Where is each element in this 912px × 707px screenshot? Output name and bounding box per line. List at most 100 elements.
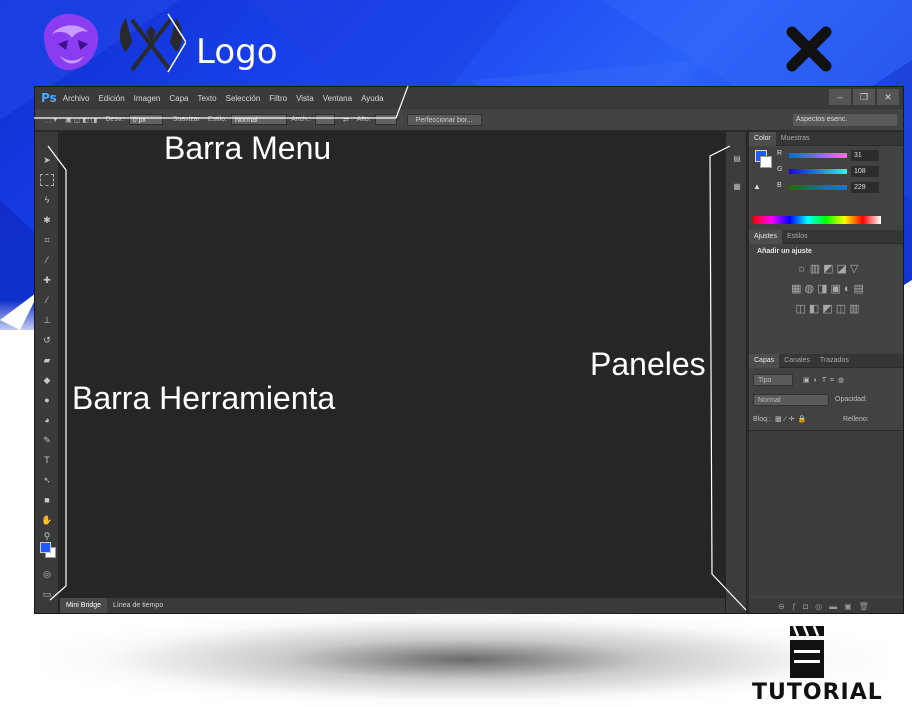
crossed-axes-logo-icon — [120, 13, 186, 73]
menu-ventana[interactable]: Ventana — [323, 94, 352, 103]
selection-mode-icons[interactable]: ▣ ◫ ◧ ◨ — [65, 116, 97, 124]
marquee-tool-icon[interactable] — [40, 174, 54, 186]
workspace-select[interactable]: Aspectos esenc. — [793, 114, 897, 126]
menu-seleccion[interactable]: Selección — [226, 94, 261, 103]
move-tool-icon[interactable]: ➤ — [40, 154, 54, 166]
layers-list[interactable] — [749, 430, 903, 596]
g-slider[interactable] — [789, 169, 847, 174]
eyedropper-icon[interactable]: ⁄ — [40, 254, 54, 266]
layer-panel-tabs: Capas Canales Trazados — [749, 353, 903, 368]
refine-edge-button[interactable]: Perfeccionar bor... — [406, 113, 482, 126]
options-bar: ⬚ ▾ ▣ ◫ ◧ ◨ Desv.: 0 px Suavizar Estilo:… — [35, 109, 903, 131]
right-panels: Color Muestras R 31 G 108 ▲ B 229 Ajuste… — [749, 131, 903, 613]
rectangle-tool-icon[interactable]: ■ — [40, 494, 54, 506]
estilo-label: Estilo: — [207, 116, 227, 123]
path-select-icon[interactable]: ➴ — [40, 474, 54, 486]
layer-filter-select[interactable]: Tipo — [753, 374, 793, 386]
foreground-color-swatch[interactable] — [40, 542, 51, 553]
anch-label: Anch.: — [291, 116, 311, 123]
color-spectrum[interactable] — [753, 216, 881, 224]
tab-swatches[interactable]: Muestras — [776, 132, 815, 146]
tools-bar: ➤ ϟ ✱ ⌗ ⁄ ✚ ∕ ⊥ ↺ ▰ ◆ ● ◕ ✎ T ➴ ■ ✋ ⚲ ◎ … — [35, 132, 59, 613]
annotation-panels: Paneles — [590, 346, 706, 382]
swap-icon[interactable]: ⇄ — [343, 116, 349, 124]
properties-panel-icon[interactable]: ▦ — [730, 180, 744, 194]
history-brush-icon[interactable]: ↺ — [40, 334, 54, 346]
menu-imagen[interactable]: Imagen — [134, 94, 161, 103]
menu-filtro[interactable]: Filtro — [269, 94, 287, 103]
healing-brush-icon[interactable]: ✚ — [40, 274, 54, 286]
lasso-tool-icon[interactable]: ϟ — [40, 194, 54, 206]
quick-mask-icon[interactable]: ◎ — [40, 568, 54, 580]
r-slider[interactable] — [789, 153, 847, 158]
tab-trazados[interactable]: Trazados — [815, 354, 854, 368]
tab-color[interactable]: Color — [749, 131, 776, 146]
rgb-row-g: G 108 — [753, 166, 901, 178]
blur-tool-icon[interactable]: ● — [40, 394, 54, 406]
opacity-label: Opacidad: — [835, 396, 867, 403]
clapperboard-icon — [790, 625, 824, 678]
b-slider[interactable] — [789, 185, 847, 190]
annotation-tools-bar: Barra Herramienta — [72, 380, 336, 416]
layer-filter-icons[interactable]: ▣◐T⌗◍ — [803, 376, 848, 385]
color-panel: Color Muestras R 31 G 108 ▲ B 229 — [749, 131, 903, 224]
color-panel-tabs: Color Muestras — [749, 131, 903, 146]
menu-texto[interactable]: Texto — [197, 94, 216, 103]
adjustment-icons-row-2[interactable]: ▦◍◨▣◐▤ — [779, 282, 879, 295]
adjustment-icons-row-1[interactable]: ☼▥◩◪▽ — [779, 262, 879, 275]
adjustments-panel: Ajustes Estilos — [749, 229, 903, 244]
window-close-button[interactable]: ✕ — [877, 89, 899, 105]
annotation-menu-bar: Barra Menu — [164, 130, 332, 166]
crop-tool-icon[interactable]: ⌗ — [40, 234, 54, 246]
close-icon[interactable] — [786, 26, 832, 72]
brush-tool-icon[interactable]: ∕ — [40, 294, 54, 306]
adjustment-icons-row-3[interactable]: ◫◧◩◫▥ — [779, 302, 879, 315]
clone-stamp-icon[interactable]: ⊥ — [40, 314, 54, 326]
lock-icons[interactable]: ▩∕✛🔒 — [775, 415, 809, 423]
desv-input[interactable]: 0 px — [128, 114, 163, 125]
menu-capa[interactable]: Capa — [169, 94, 188, 103]
history-panel-icon[interactable]: ▤ — [730, 152, 744, 166]
add-adjustment-title: Añadir un ajuste — [757, 248, 812, 255]
layers-panel: Capas Canales Trazados — [749, 353, 903, 368]
menu-ayuda[interactable]: Ayuda — [361, 94, 384, 103]
blend-mode-select[interactable]: Normal — [753, 394, 829, 406]
restore-button[interactable]: ❐ — [853, 89, 875, 105]
marquee-tool-icon[interactable]: ⬚ ▾ — [45, 116, 57, 124]
r-label: R — [777, 150, 783, 157]
quick-select-icon[interactable]: ✱ — [40, 214, 54, 226]
menu-vista[interactable]: Vista — [296, 94, 314, 103]
menu-bar: Ps Archivo Edición Imagen Capa Texto Sel… — [35, 87, 903, 109]
hand-tool-icon[interactable]: ✋ — [40, 514, 54, 526]
menu-edicion[interactable]: Edición — [98, 94, 124, 103]
tab-canales[interactable]: Canales — [779, 354, 815, 368]
pen-tool-icon[interactable]: ✎ — [40, 434, 54, 446]
lion-logo-icon — [43, 13, 99, 71]
b-value[interactable]: 229 — [851, 182, 879, 193]
alto-label: Alto: — [356, 116, 371, 123]
tab-ajustes[interactable]: Ajustes — [749, 229, 782, 244]
suavizar-checkbox[interactable]: Suavizar — [173, 116, 200, 123]
tab-capas[interactable]: Capas — [749, 353, 780, 368]
paint-bucket-icon[interactable]: ◆ — [40, 374, 54, 386]
eraser-icon[interactable]: ▰ — [40, 354, 54, 366]
adjust-panel-tabs: Ajustes Estilos — [749, 229, 903, 244]
tutorial-label: TUTORIAL — [752, 680, 883, 705]
tab-estilos[interactable]: Estilos — [782, 230, 813, 244]
anch-input[interactable] — [314, 114, 335, 125]
g-value[interactable]: 108 — [851, 166, 879, 177]
dodge-tool-icon[interactable]: ◕ — [40, 414, 54, 426]
estilo-select[interactable]: Normal — [231, 114, 287, 125]
screen-mode-icon[interactable]: ▭ — [40, 588, 54, 600]
zoom-tool-icon[interactable]: ⚲ — [40, 530, 54, 542]
menu-archivo[interactable]: Archivo — [63, 94, 90, 103]
rgb-row-b: ▲ B 229 — [753, 182, 901, 194]
minimize-button[interactable]: – — [829, 89, 851, 105]
logo-label: Logo — [196, 32, 278, 72]
r-value[interactable]: 31 — [851, 150, 879, 161]
type-tool-icon[interactable]: T — [40, 454, 54, 466]
g-label: G — [777, 166, 783, 173]
alto-input[interactable] — [374, 114, 397, 125]
rgb-row-r: R 31 — [753, 150, 901, 162]
ps-app-icon: Ps — [41, 91, 57, 105]
